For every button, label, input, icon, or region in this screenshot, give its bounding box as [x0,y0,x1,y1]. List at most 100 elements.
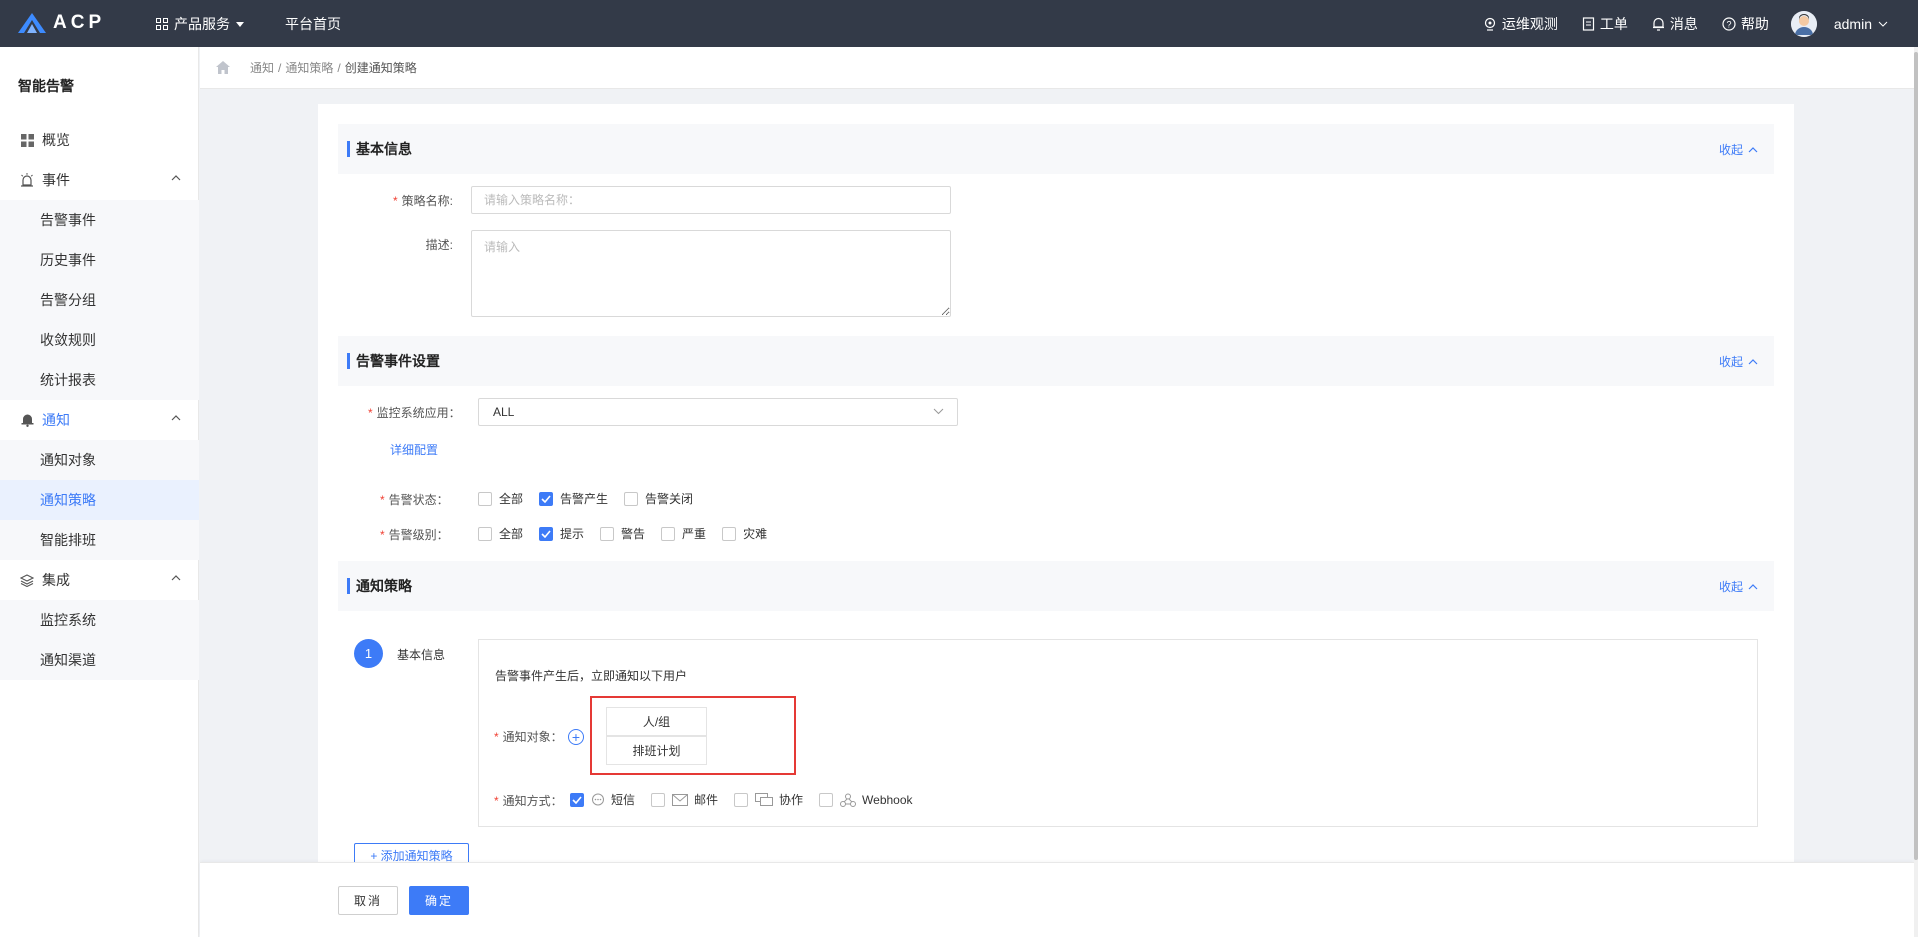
ops-observe-link[interactable]: 运维观测 [1483,14,1558,34]
collab-icon [755,792,774,807]
chevron-up-icon [171,415,181,421]
section-title: 通知策略 [356,578,412,594]
label-text: 策略名称: [401,194,453,208]
chevron-down-icon [933,408,944,415]
cancel-button[interactable]: 取消 [338,886,398,915]
caret-down-icon [236,21,244,27]
breadcrumb-separator: / [278,60,282,75]
sidebar-item-statistics[interactable]: 统计报表 [0,360,199,400]
breadcrumb-link-policy[interactable]: 通知策略 [285,59,333,76]
section-accent-bar [347,353,350,369]
ticket-link[interactable]: 工单 [1582,14,1628,34]
checkbox-level-disaster[interactable] [722,526,737,541]
chevron-up-icon [1748,358,1758,364]
sidebar-item-notify-channels[interactable]: 通知渠道 [0,640,199,680]
sidebar-item-history-events[interactable]: 历史事件 [0,240,199,280]
logo[interactable]: ACP [17,9,105,37]
sidebar-group-events[interactable]: 事件 [0,160,199,200]
sidebar-item-convergence-rules[interactable]: 收敛规则 [0,320,199,360]
section-event-settings: 告警事件设置 收起 [338,336,1774,386]
messages-link[interactable]: 消息 [1652,14,1698,34]
sidebar-item-smart-schedule[interactable]: 智能排班 [0,520,199,560]
collapse-button[interactable]: 收起 [1719,353,1758,370]
bell-icon [1652,17,1664,31]
step-label: 基本信息 [397,648,446,662]
sidebar-item-notify-targets[interactable]: 通知对象 [0,440,199,480]
checkbox-status-closed[interactable] [624,491,639,506]
breadcrumb-link-notify[interactable]: 通知 [250,59,274,76]
alarm-status-label: * 告警状态： [380,491,449,508]
help-link[interactable]: ? 帮助 [1722,14,1769,34]
bell-icon [19,412,35,428]
add-target-icon[interactable]: + [568,729,584,745]
ticket-icon [1582,16,1594,31]
sidebar-group-notify[interactable]: 通知 [0,400,199,440]
platform-home-link[interactable]: 平台首页 [285,14,341,34]
description-label: 描述: [425,238,453,252]
collapse-button[interactable]: 收起 [1719,578,1758,595]
notify-target-label: * 通知对象： [494,728,563,745]
section-notify-policy: 通知策略 收起 [338,561,1774,611]
products-label: 产品服务 [174,16,230,32]
sidebar-item-notify-policy[interactable]: 通知策略 [0,480,199,520]
confirm-button[interactable]: 确定 [409,886,469,915]
avatar[interactable] [1790,10,1817,37]
webhook-icon [840,793,857,807]
description-textarea[interactable] [471,230,951,317]
target-option-person-group[interactable]: 人/组 [606,707,707,736]
step-number: 1 [354,639,383,668]
sidebar-item-monitor-systems[interactable]: 监控系统 [0,600,199,640]
checkbox-level-info[interactable] [539,526,554,541]
notify-method-options: 短信 邮件 协作 Webhook [570,791,929,808]
checkbox-status-all[interactable] [478,491,492,506]
policy-name-input[interactable] [471,186,951,214]
products-menu[interactable]: 产品服务 [156,14,244,34]
monitor-icon [1484,17,1495,31]
section-accent-bar [347,141,350,157]
chevron-up-icon [1748,583,1758,589]
alarm-icon [19,172,35,188]
checkbox-method-webhook[interactable] [819,792,834,807]
top-right-menu: 运维观测 工单 消息 ? 帮助 admin [1459,0,1888,47]
monitor-app-select[interactable]: ALL [478,398,958,426]
dashboard-icon [19,132,35,148]
sidebar-item-overview[interactable]: 概览 [0,120,199,160]
collapse-label: 收起 [1718,143,1743,157]
check-icon [541,529,551,538]
collapse-button[interactable]: 收起 [1719,141,1758,158]
checkbox-status-triggered[interactable] [539,491,554,506]
sidebar-group-integration[interactable]: 集成 [0,560,199,600]
section-accent-bar [347,578,350,594]
label-text: 通知对象： [502,730,563,744]
checkbox-level-warning[interactable] [600,526,615,541]
target-option-schedule[interactable]: 排班计划 [606,736,707,765]
checkbox-label: 警告 [621,527,646,541]
user-menu[interactable]: admin [1834,16,1888,32]
sidebar-group-label: 事件 [42,172,70,188]
sidebar-item-alarm-events[interactable]: 告警事件 [0,200,199,240]
check-icon [541,494,551,503]
checkbox-label: 灾难 [743,527,768,541]
help-label: 帮助 [1740,15,1769,32]
checkbox-level-all[interactable] [478,526,492,541]
scrollbar-thumb[interactable] [1914,52,1918,860]
help-icon: ? [1722,16,1736,31]
detail-config-link[interactable]: 详细配置 [390,441,438,458]
collapse-label: 收起 [1718,580,1743,594]
checkbox-method-collab[interactable] [734,792,749,807]
sidebar-group-label: 集成 [42,572,70,588]
notify-method-label: * 通知方式： [494,792,563,809]
checkbox-method-email[interactable] [651,792,666,807]
checkbox-level-critical[interactable] [661,526,676,541]
label-text: 告警状态： [388,493,449,507]
section-basic-info: 基本信息 收起 [338,124,1774,174]
sidebar-item-alarm-groups[interactable]: 告警分组 [0,280,199,320]
required-mark: * [494,730,499,744]
checkbox-method-sms[interactable] [570,792,584,807]
chevron-down-icon [1878,21,1888,27]
alarm-level-options: 全部 提示 警告 严重 灾难 [478,525,783,542]
top-navigation-bar: ACP 产品服务 平台首页 运维观测 工单 消息 ? 帮助 admin [0,0,1918,47]
required-mark: * [380,493,385,507]
page-scrollbar[interactable] [1914,47,1918,937]
home-icon[interactable] [216,61,230,74]
